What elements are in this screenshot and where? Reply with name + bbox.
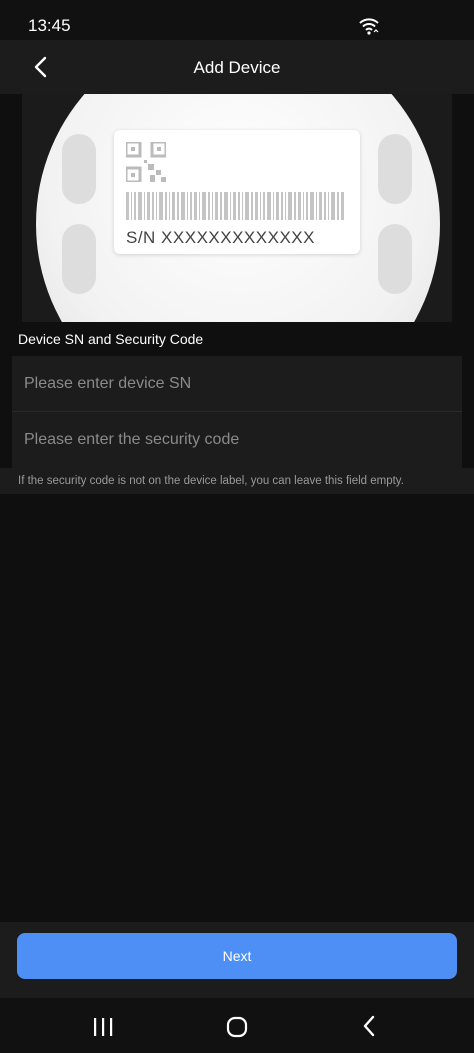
page-title: Add Device — [193, 58, 281, 77]
footer: Next — [0, 922, 474, 998]
device-slot — [378, 134, 412, 204]
status-time: 13:45 — [28, 16, 71, 35]
recents-icon[interactable] — [92, 1018, 114, 1036]
system-nav-bar — [0, 998, 474, 1053]
device-slot — [378, 224, 412, 294]
device-slot — [62, 224, 96, 294]
section-label: Device SN and Security Code — [18, 331, 204, 347]
wifi-icon — [358, 16, 380, 36]
device-sn-input[interactable] — [24, 374, 462, 393]
next-button[interactable]: Next — [17, 933, 457, 979]
sn-form — [12, 356, 462, 468]
back-icon[interactable] — [361, 1015, 377, 1037]
sn-label-text: S/N XXXXXXXXXXXXX — [126, 228, 315, 247]
security-code-input[interactable] — [24, 431, 462, 449]
home-icon[interactable] — [226, 1016, 248, 1038]
security-code-hint: If the security code is not on the devic… — [0, 468, 474, 494]
app-header: Add Device — [0, 40, 474, 94]
status-bar: 13:45 — [0, 0, 474, 40]
barcode-icon — [126, 192, 344, 220]
qr-code-icon — [126, 142, 166, 182]
device-slot — [62, 134, 96, 204]
device-label-illustration: S/N XXXXXXXXXXXXX — [22, 94, 452, 322]
security-code-field[interactable] — [12, 412, 462, 468]
sn-field[interactable] — [12, 356, 462, 412]
device-label-card: S/N XXXXXXXXXXXXX — [114, 130, 360, 254]
